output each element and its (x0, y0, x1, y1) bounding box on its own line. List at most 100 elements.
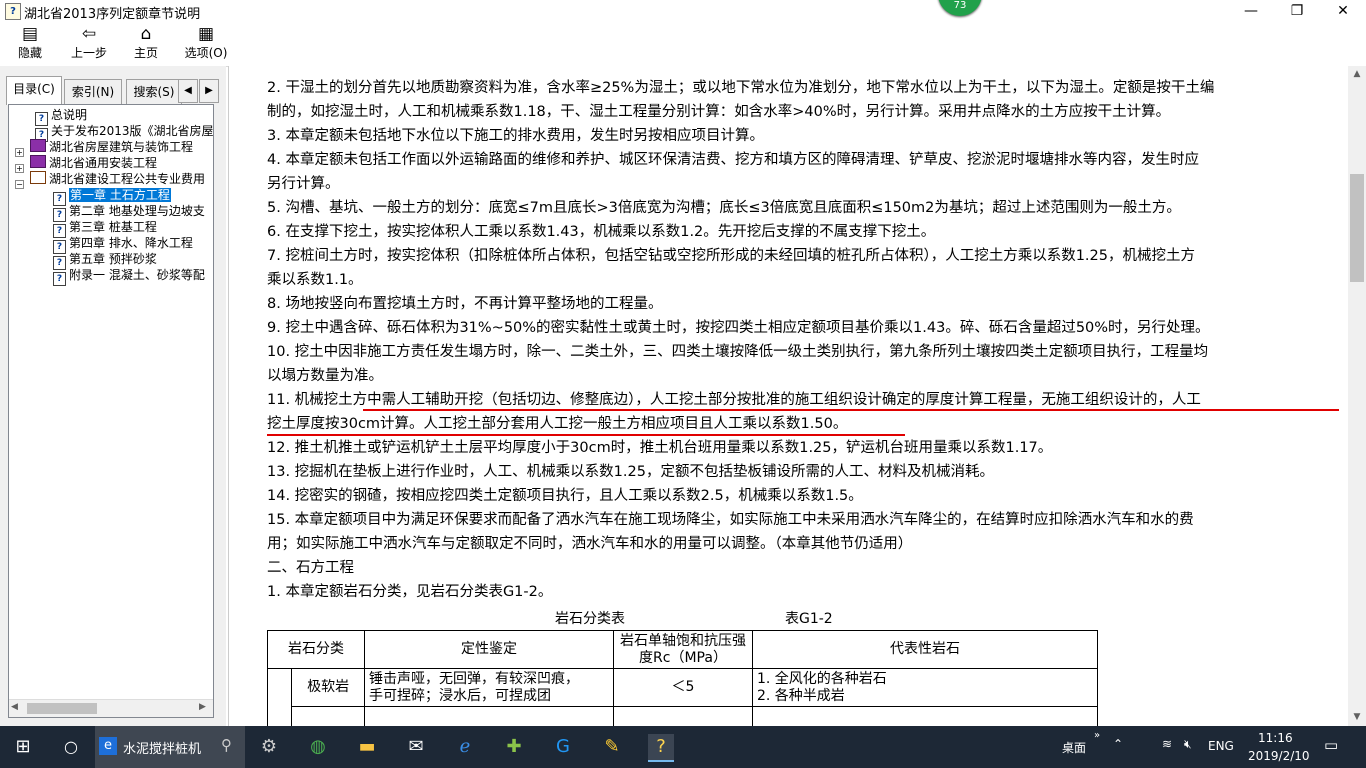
scroll-thumb[interactable] (27, 703, 97, 714)
help-page-icon: ? (53, 272, 66, 286)
tree-item-label: 第一章 土石方工程 (69, 188, 171, 202)
notification-center-icon[interactable]: ▭ (1324, 736, 1338, 754)
tree-item-label: 湖北省建设工程公共专业费用 (49, 172, 206, 186)
wifi-icon[interactable]: ≋ (1162, 737, 1172, 751)
content-line: 3. 本章定额未包括地下水位以下施工的排水费用，发生时另按相应项目计算。 (267, 128, 764, 144)
content-line: 9. 挖土中遇含碎、砾石体积为31%~50%的密实黏性土或黄土时，按挖四类土相应… (267, 320, 1210, 336)
content-vertical-scrollbar[interactable]: ▲ ▼ (1348, 66, 1366, 726)
tree-item[interactable]: + 湖北省房屋建筑与装饰工程 (15, 139, 193, 157)
taskbar-search-box[interactable]: e 水泥搅拌桩机 ⚲ (95, 726, 245, 768)
back-label: 上一步 (70, 46, 107, 60)
content-line: 12. 推土机推土或铲运机铲土土层平均厚度小于30cm时，推土机台班用量乘以系数… (267, 440, 1053, 456)
edge-icon[interactable]: ℯ (452, 734, 478, 760)
qualitative-line: 手可捏碎；浸水后，可捏成团 (369, 687, 551, 704)
navigation-pane: 目录(C) 索引(N) 搜索(S) ◀ ▶ ? 总说明? 关于发布2013版《湖北省… (0, 66, 226, 726)
scroll-down-icon[interactable]: ▼ (1348, 709, 1366, 726)
home-icon: ⌂ (140, 24, 152, 44)
table-code: 表G1-2 (785, 611, 833, 627)
tree-item[interactable]: ? 第一章 土石方工程 (53, 187, 171, 206)
content-line: 二、石方工程 (267, 560, 354, 576)
content-line: 1. 本章定额岩石分类，见岩石分类表G1-2。 (267, 584, 553, 600)
taskbar: ⊞ ○ e 水泥搅拌桩机 ⚲ ⚙ ◍ ▬ ✉ ℯ ✚ G ✎? 桌面 » ⌃ ≋ 🔇︎ ENG… (0, 726, 1366, 768)
hide-label: 隐藏 (17, 46, 42, 60)
tree-item[interactable]: ? 附录一 混凝土、砂浆等配 (53, 267, 205, 286)
tree-item[interactable]: + 湖北省通用安装工程 (15, 155, 158, 173)
plus-app-icon[interactable]: ✚ (501, 734, 527, 760)
minimize-icon[interactable]: — (1228, 0, 1274, 22)
scroll-left-icon[interactable]: ◀ (11, 702, 18, 712)
content-line: 7. 挖桩间土方时，按实挖体积（扣除桩体所占体积，包括空钻或空挖所形成的未经回填… (267, 248, 1195, 264)
back-button[interactable]: ⇦ 上一步 (66, 24, 112, 64)
collapse-icon[interactable]: − (15, 180, 24, 189)
tree-horizontal-scrollbar[interactable]: ◀ ▶ (9, 699, 213, 717)
clock-time[interactable]: 11:16 (1258, 731, 1293, 745)
tree-item[interactable]: ? 第三章 桩基工程 (53, 219, 157, 238)
tree-item[interactable]: ? 总说明 (35, 107, 88, 126)
table-row (268, 706, 1098, 726)
group-cell (266, 668, 293, 726)
mail-icon[interactable]: ✉ (403, 734, 429, 760)
tree-item[interactable]: − 湖北省建设工程公共专业费用 (15, 171, 206, 189)
tree-item[interactable]: ? 第五章 预拌砂浆 (53, 251, 157, 270)
tray-chevron-up-icon[interactable]: ⌃ (1113, 737, 1123, 751)
rock-line: 1. 全风化的各种岩石 (757, 670, 887, 687)
content-line: 4. 本章定额未包括工作面以外运输路面的维修和养护、城区环保清洁费、挖方和填方区… (267, 152, 1199, 168)
tree-item-label: 第二章 地基处理与边坡支 (69, 204, 205, 218)
help-app-icon[interactable]: ? (648, 734, 674, 762)
tree-item[interactable]: ? 第四章 排水、降水工程 (53, 235, 193, 254)
tab-scroll-left-icon[interactable]: ◀ (178, 79, 198, 103)
settings-icon[interactable]: ⚙ (256, 734, 282, 760)
header-rock-class: 岩石分类 (267, 630, 365, 669)
notes-icon[interactable]: ✎ (599, 734, 625, 760)
tab-contents[interactable]: 目录(C) (6, 76, 62, 105)
tree-item-label: 湖北省通用安装工程 (49, 156, 158, 170)
table-caption: 岩石分类表 (555, 611, 625, 627)
contents-tree[interactable]: ? 总说明? 关于发布2013版《湖北省房屋 + 湖北省房屋建筑与装饰工程 + 湖北省通用安… (8, 104, 214, 718)
rock-classification-table: 岩石分类 定性鉴定 岩石单轴饱和抗压强度Rc（MPa） 代表性岩石 极软岩 锤击… (266, 630, 1098, 726)
options-button[interactable]: ▦ 选项(O) (182, 24, 230, 64)
title-bar: ? 湖北省2013序列定额章节说明 73 — ❐ ✕ (0, 0, 1366, 22)
empty-cell (752, 706, 1098, 726)
book-open-icon (30, 171, 46, 184)
scroll-thumb[interactable] (1350, 174, 1364, 282)
content-line: 15. 本章定额项目中为满足环保要求而配备了洒水汽车在施工现场降尘，如实际施工中… (267, 512, 1194, 528)
search-text: 水泥搅拌桩机 (123, 742, 202, 757)
window-title: 湖北省2013序列定额章节说明 (24, 7, 201, 22)
home-button[interactable]: ⌂ 主页 (128, 24, 164, 64)
close-icon[interactable]: ✕ (1320, 0, 1366, 22)
home-label: 主页 (133, 46, 158, 60)
tree-item[interactable]: ? 第二章 地基处理与边坡支 (53, 203, 205, 222)
red-underline-annotation (363, 409, 1339, 411)
table-header-row: 岩石分类 定性鉴定 岩石单轴饱和抗压强度Rc（MPa） 代表性岩石 (267, 630, 1098, 669)
empty-cell (613, 706, 753, 726)
notification-badge[interactable]: 73 (938, 0, 982, 16)
help-book-icon: ? (5, 3, 21, 20)
tab-index[interactable]: 索引(N) (64, 79, 122, 104)
browser-icon[interactable]: ◍ (305, 734, 331, 760)
scroll-right-icon[interactable]: ▶ (199, 702, 206, 712)
desktop-toolbar-label[interactable]: 桌面 (1062, 739, 1086, 756)
hide-button[interactable]: ▤ 隐藏 (10, 24, 50, 64)
tab-search[interactable]: 搜索(S) (126, 79, 182, 104)
qualitative-cell: 锤击声哑，无回弹，有较深凹痕， 手可捏碎；浸水后，可捏成团 (364, 668, 614, 707)
tree-item-label: 附录一 混凝土、砂浆等配 (69, 268, 205, 282)
cortana-icon[interactable]: ○ (58, 734, 84, 760)
speaker-muted-icon[interactable]: 🔇︎ (1184, 737, 1192, 752)
tree-item[interactable]: ? 关于发布2013版《湖北省房屋 (35, 123, 213, 142)
tab-scroll-right-icon[interactable]: ▶ (199, 79, 219, 103)
scroll-up-icon[interactable]: ▲ (1348, 66, 1366, 83)
toolbar-expand-icon[interactable]: » (1094, 730, 1100, 741)
content-line: 10. 挖土中因非施工方责任发生塌方时，除一、二类土外，三、四类土壤按降低一级土… (267, 344, 1209, 360)
language-indicator[interactable]: ENG (1208, 739, 1234, 753)
explorer-icon[interactable]: ▬ (354, 734, 380, 760)
tree-item-label: 总说明 (51, 108, 88, 122)
g-app-icon[interactable]: G (550, 734, 576, 760)
restore-icon[interactable]: ❐ (1274, 0, 1320, 22)
options-label: 选项(O) (184, 46, 228, 60)
options-icon: ▦ (197, 24, 215, 44)
content-line: 以塌方数量为准。 (267, 368, 383, 384)
tree-item-label: 第三章 桩基工程 (69, 220, 157, 234)
windows-start-icon[interactable]: ⊞ (10, 734, 36, 760)
clock-date[interactable]: 2019/2/10 (1248, 749, 1310, 763)
content-line: 乘以系数1.1。 (267, 272, 363, 288)
